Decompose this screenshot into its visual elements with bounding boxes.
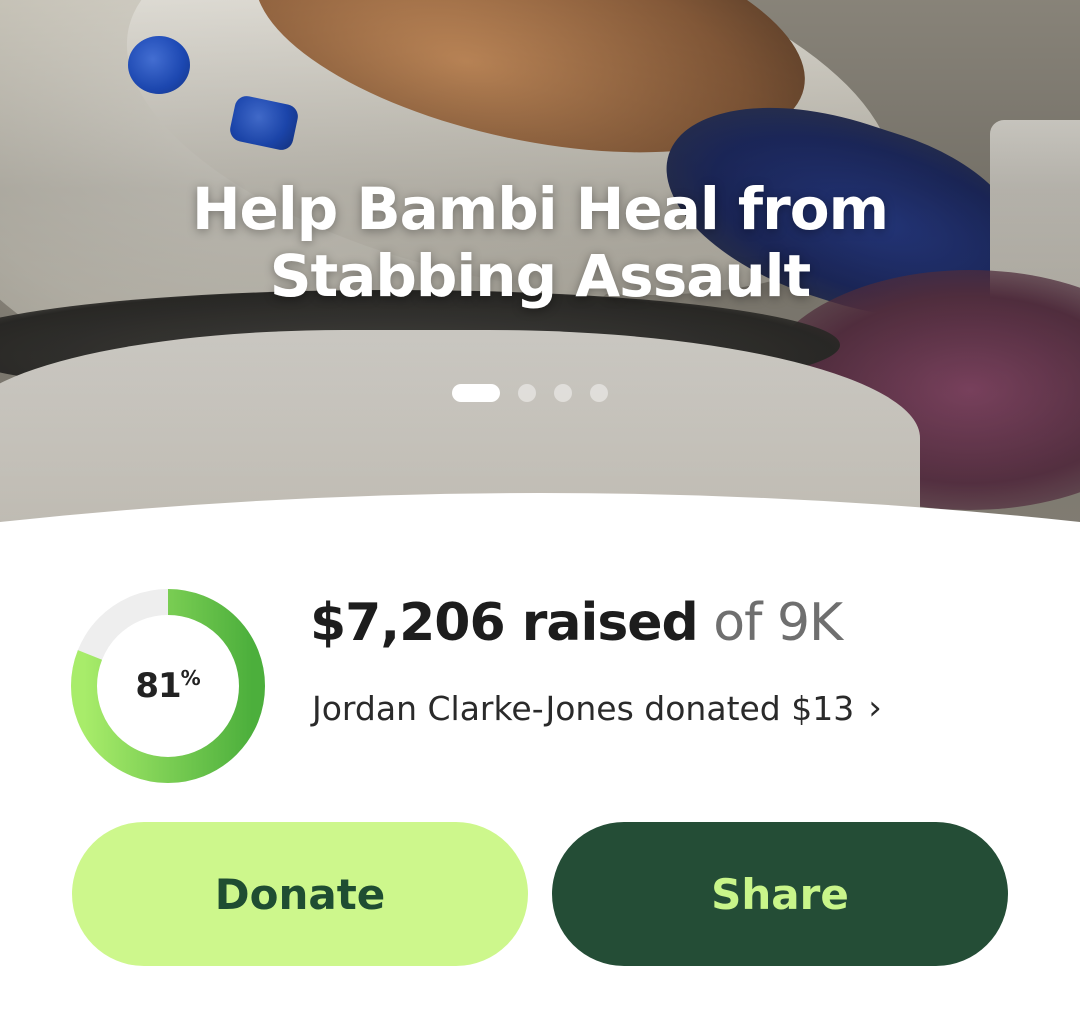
hero-curve-divider	[0, 493, 1080, 540]
chevron-right-icon: ›	[868, 688, 882, 728]
fundraiser-page: Help Bambi Heal from Stabbing Assault 81…	[0, 0, 1080, 1024]
goal-amount: of 9K	[713, 593, 843, 653]
carousel-indicator	[452, 384, 608, 402]
recent-donation-link[interactable]: Jordan Clarke-Jones donated $13 ›	[312, 688, 882, 728]
share-button[interactable]: Share	[552, 822, 1008, 966]
raised-summary: $7,206 raised of 9K	[310, 586, 843, 660]
carousel-dot-2[interactable]	[518, 384, 536, 402]
fundraiser-title-line-2: Stabbing Assault	[269, 241, 812, 310]
fundraiser-title-line-1: Help Bambi Heal from	[191, 175, 889, 243]
progress-percent-number: 81	[135, 666, 181, 706]
carousel-dot-1[interactable]	[452, 384, 500, 402]
carousel-dot-3[interactable]	[554, 384, 572, 402]
progress-percent: 81%	[70, 588, 266, 784]
progress-ring: 81%	[70, 588, 266, 784]
progress-percent-sign: %	[180, 666, 201, 690]
hero-image[interactable]: Help Bambi Heal from Stabbing Assault	[0, 0, 1080, 540]
recent-donation-text: Jordan Clarke-Jones donated $13	[312, 688, 855, 728]
raised-amount: $7,206 raised	[310, 593, 699, 653]
donate-button[interactable]: Donate	[72, 822, 528, 966]
fundraiser-title: Help Bambi Heal from Stabbing Assault	[140, 176, 940, 309]
carousel-dot-4[interactable]	[590, 384, 608, 402]
